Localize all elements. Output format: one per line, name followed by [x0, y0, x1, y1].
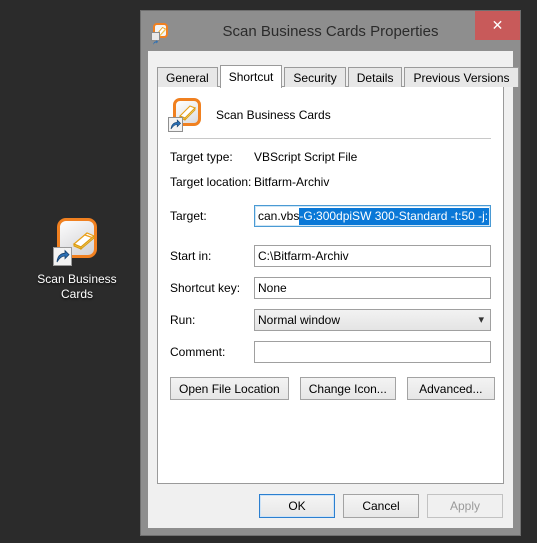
- shortcut-key-row: Shortcut key: None: [170, 277, 491, 299]
- target-type-value: VBScript Script File: [254, 150, 358, 164]
- title-bar[interactable]: Scan Business Cards Properties ✕: [141, 11, 520, 51]
- run-row: Run: Normal window ▾: [170, 309, 491, 331]
- change-icon-button[interactable]: Change Icon...: [299, 377, 396, 400]
- chevron-down-icon[interactable]: ▾: [478, 314, 484, 326]
- tab-security[interactable]: Security: [284, 67, 346, 87]
- scanner-glyph: [72, 232, 96, 250]
- run-selected-value: Normal window: [258, 313, 341, 327]
- shortcut-key-label: Shortcut key:: [170, 281, 241, 295]
- tab-details[interactable]: Details: [347, 67, 403, 87]
- apply-button: Apply: [427, 494, 503, 518]
- scanner-icon: [53, 218, 101, 266]
- desktop-icon-label: Scan Business Cards: [37, 272, 117, 301]
- dialog-body: General Shortcut Security Details Previo…: [148, 51, 519, 528]
- target-location-label: Target location:: [170, 175, 252, 189]
- dialog-footer: OK Cancel Apply: [259, 494, 503, 518]
- target-label: Target:: [170, 209, 207, 223]
- target-text-unselected: can.vbs: [258, 209, 300, 223]
- ok-button[interactable]: OK: [259, 494, 335, 518]
- vbscript-shortcut-icon: [168, 98, 202, 132]
- shortcut-name-label: Scan Business Cards: [216, 108, 331, 122]
- tab-shortcut[interactable]: Shortcut: [219, 65, 283, 88]
- header-divider: [170, 138, 491, 139]
- target-location-row: Target location: Bitfarm-Archiv: [170, 175, 329, 189]
- run-label: Run:: [170, 313, 196, 327]
- target-type-row: Target type: VBScript Script File: [170, 150, 357, 164]
- run-select[interactable]: Normal window ▾: [254, 309, 491, 331]
- target-row: Target: can.vbs -G:300dpiSW 300-Standard…: [170, 205, 491, 227]
- target-input[interactable]: can.vbs -G:300dpiSW 300-Standard -t:50 -…: [254, 205, 491, 227]
- shortcut-arrow-icon: [53, 247, 72, 266]
- start-in-label: Start in:: [170, 249, 212, 263]
- cancel-button[interactable]: Cancel: [343, 494, 419, 518]
- comment-label: Comment:: [170, 345, 226, 359]
- tab-general[interactable]: General: [157, 67, 218, 87]
- shortcut-header: Scan Business Cards: [168, 97, 331, 133]
- start-in-row: Start in: C:\Bitfarm-Archiv: [170, 245, 491, 267]
- vbscript-shortcut-icon: [151, 23, 169, 45]
- shortcut-arrow-icon: [168, 117, 183, 132]
- advanced-button[interactable]: Advanced...: [406, 377, 495, 400]
- action-button-group: Open File Location Change Icon... Advanc…: [170, 377, 495, 400]
- close-icon[interactable]: ✕: [475, 11, 520, 40]
- comment-row: Comment:: [170, 341, 491, 363]
- tab-previous-versions[interactable]: Previous Versions: [404, 67, 519, 87]
- comment-input[interactable]: [254, 341, 491, 363]
- target-text-selected: -G:300dpiSW 300-Standard -t:50 -j:1000: [299, 207, 490, 225]
- tab-panel-shortcut: Scan Business Cards Target type: VBScript…: [157, 86, 504, 484]
- open-file-location-button[interactable]: Open File Location: [170, 377, 289, 400]
- shortcut-key-input[interactable]: None: [254, 277, 491, 299]
- target-type-label: Target type:: [170, 150, 233, 164]
- tab-strip: General Shortcut Security Details Previo…: [157, 65, 521, 88]
- start-in-input[interactable]: C:\Bitfarm-Archiv: [254, 245, 491, 267]
- properties-dialog: Scan Business Cards Properties ✕ General…: [141, 11, 520, 535]
- target-location-value: Bitfarm-Archiv: [254, 175, 330, 189]
- desktop-icon-scan-business-cards[interactable]: Scan Business Cards: [22, 218, 132, 302]
- window-title: Scan Business Cards Properties: [222, 22, 439, 40]
- shortcut-arrow-icon: [151, 32, 160, 45]
